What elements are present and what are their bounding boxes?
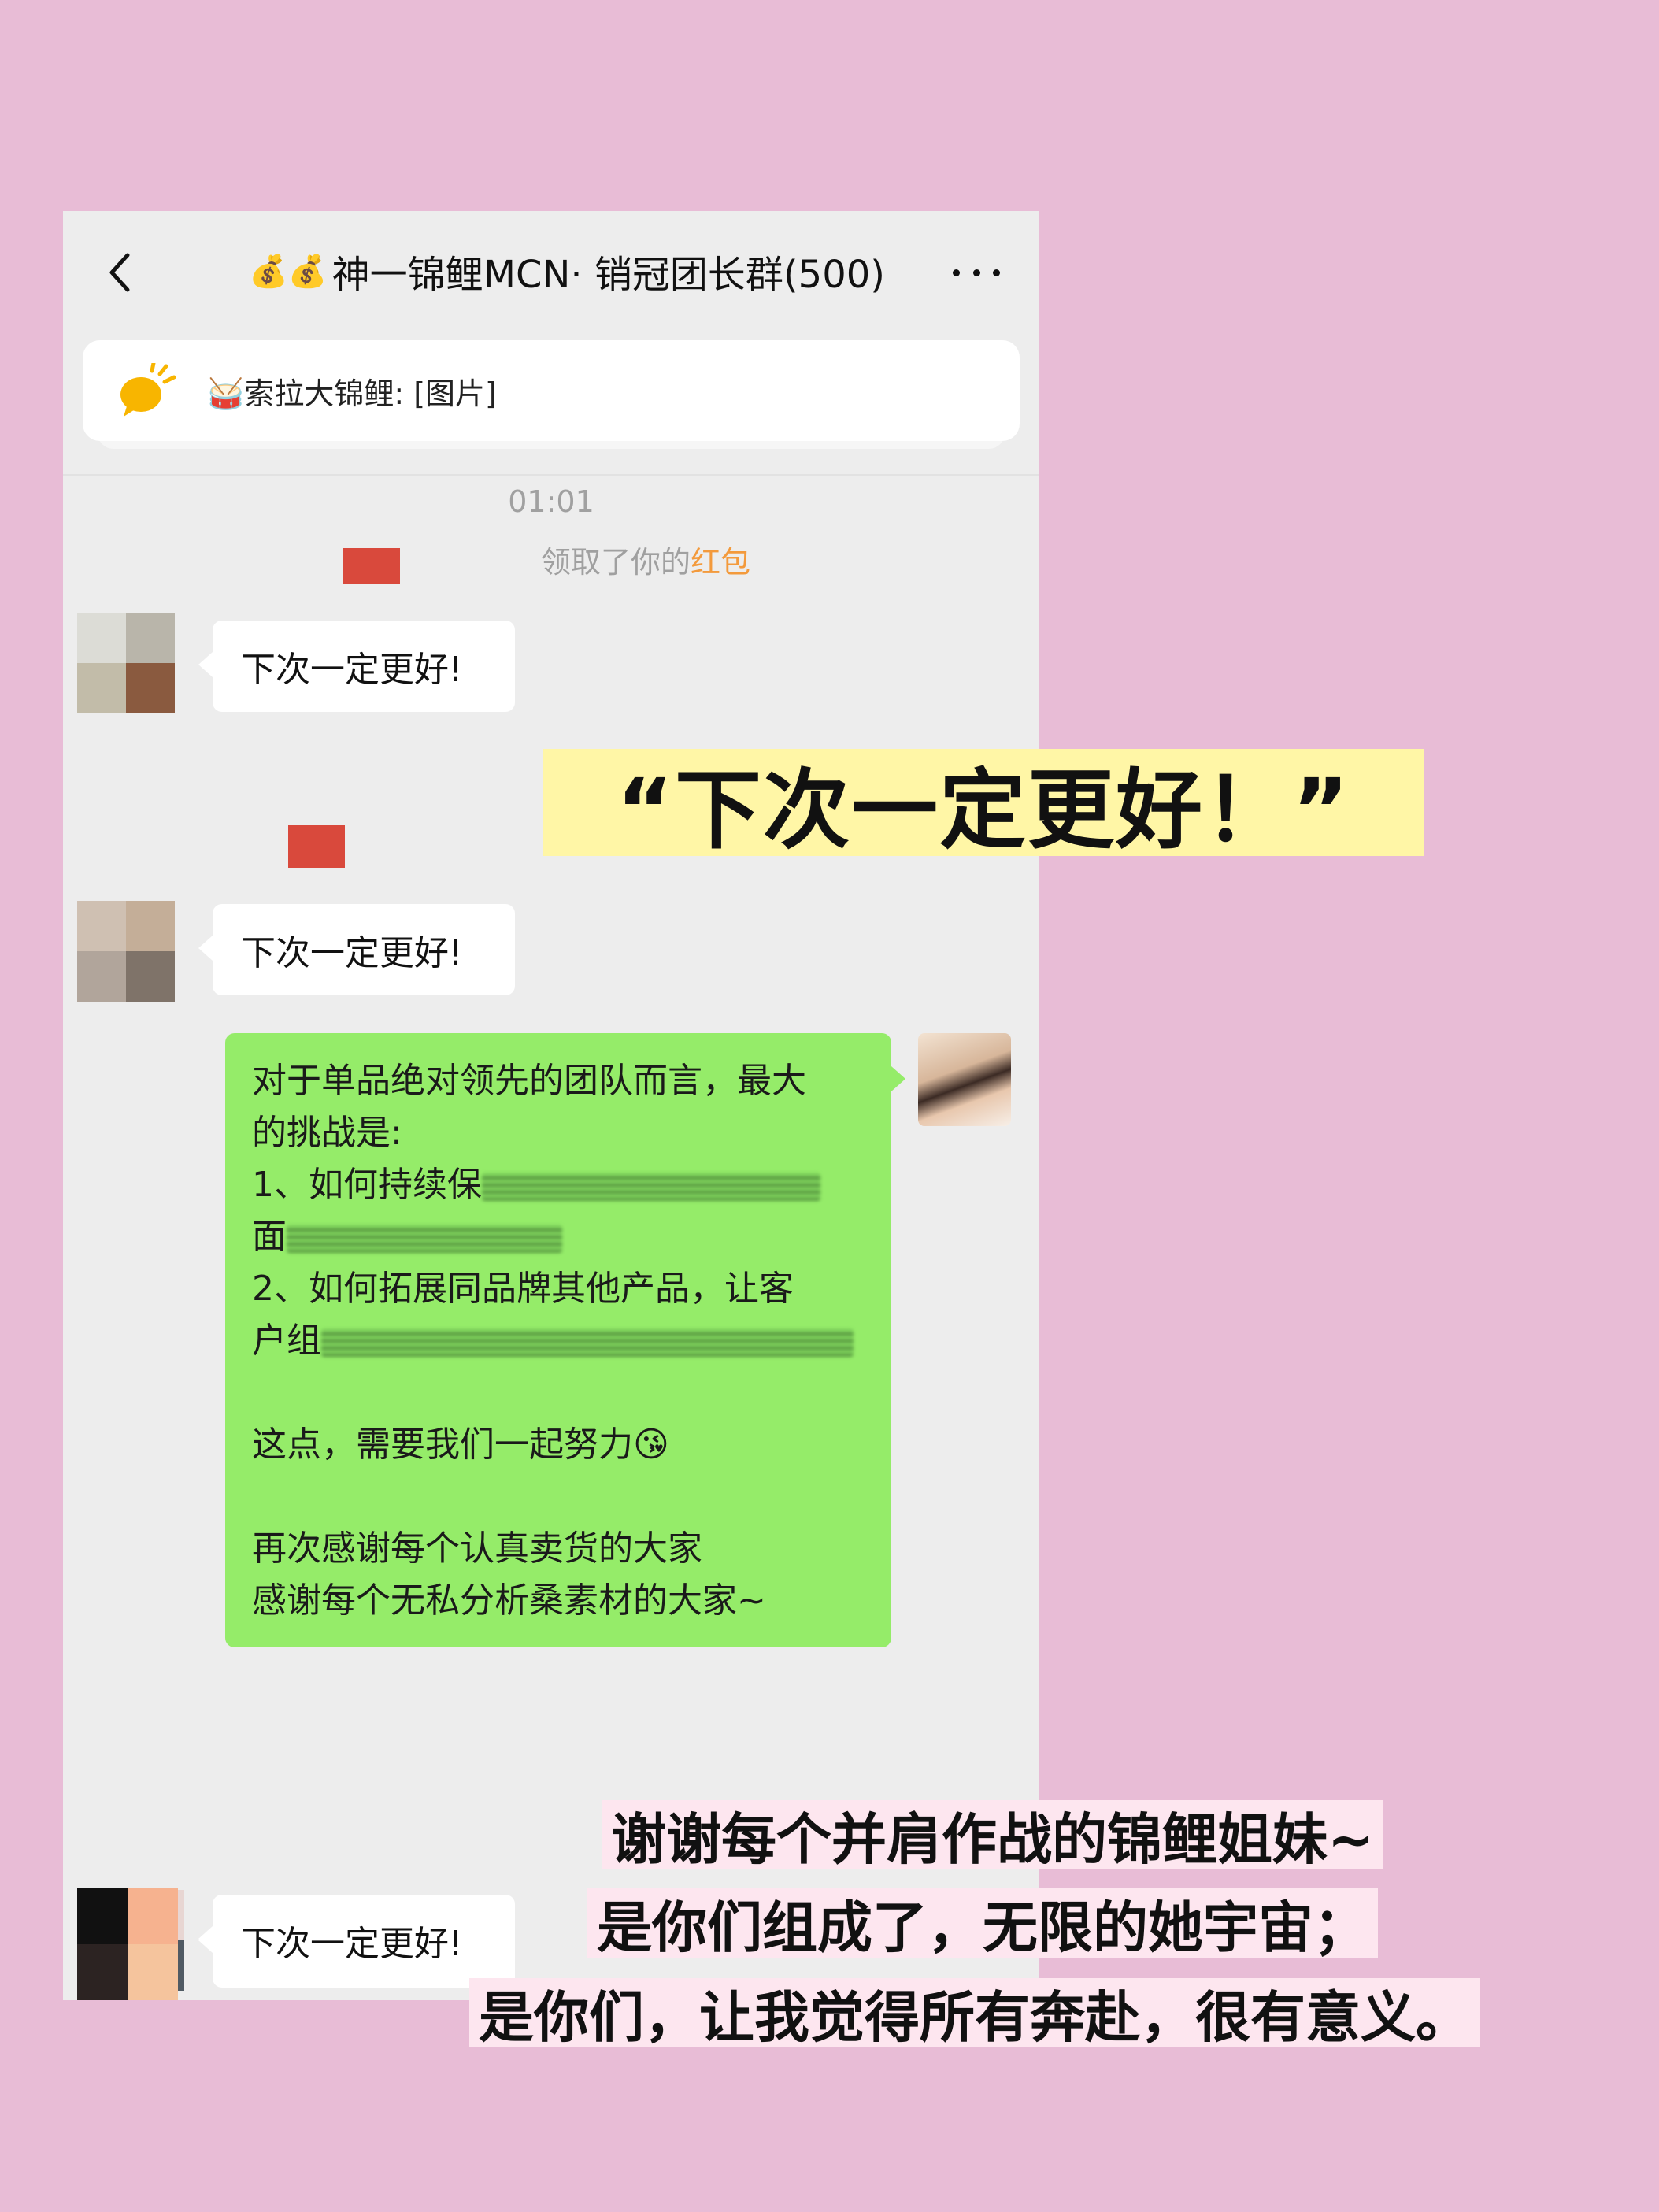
message-bubble[interactable]: 下次一定更好! xyxy=(198,904,515,995)
announcement-icon xyxy=(116,361,179,418)
blurred-text xyxy=(287,1225,562,1253)
avatar[interactable] xyxy=(77,901,175,1002)
more-dot-icon xyxy=(993,269,1000,276)
caption-line: 是你们组成了，无限的她宇宙； xyxy=(587,1888,1378,1960)
avatar[interactable] xyxy=(77,613,175,713)
message-bubble[interactable]: 下次一定更好! xyxy=(198,621,515,712)
more-dot-icon xyxy=(972,269,980,276)
avatar[interactable] xyxy=(77,1888,178,2000)
message-timestamp: 01:01 xyxy=(508,484,594,519)
red-packet-link[interactable]: 红包 xyxy=(691,545,750,580)
message-line: 2、如何拓展同品牌其他产品，让客 xyxy=(252,1269,794,1309)
redacted-name-box xyxy=(343,548,400,584)
message-line xyxy=(252,1471,865,1523)
message-line: 1、如何持续保 xyxy=(252,1159,865,1211)
system-text: 领取了你的 xyxy=(541,545,691,580)
red-packet-notice: 领取了你的红包 xyxy=(541,539,750,586)
chat-title: 💰💰 神一锦鲤MCN· 销冠团长群(500) xyxy=(220,243,913,299)
message-text: 户组 xyxy=(252,1321,321,1361)
more-button[interactable] xyxy=(953,257,1000,288)
message-text: 下次一定更好! xyxy=(241,1924,463,1964)
caption-line: 是你们，让我觉得所有奔赴，很有意义。 xyxy=(469,1978,1480,2050)
message-line: 再次感谢每个认真卖货的大家 xyxy=(252,1528,702,1569)
money-bag-icon: 💰💰 xyxy=(248,253,328,290)
message-text: 下次一定更好! xyxy=(241,933,463,973)
message-text: 下次一定更好! xyxy=(241,650,463,690)
message-text: 1、如何持续保 xyxy=(252,1165,482,1205)
more-dot-icon xyxy=(953,269,960,276)
message-line: 面 xyxy=(252,1211,865,1263)
message-line xyxy=(252,1367,865,1419)
chat-header: 💰💰 神一锦鲤MCN· 销冠团长群(500) xyxy=(63,211,1039,331)
message-line: 对于单品绝对领先的团队而言，最大 xyxy=(252,1061,806,1101)
message-text: 面 xyxy=(252,1217,287,1257)
group-name: 神一锦鲤MCN· 销冠团长群(500) xyxy=(331,253,886,297)
back-button[interactable] xyxy=(96,249,143,296)
blurred-text xyxy=(321,1328,854,1357)
message-line: 感谢每个无私分析桑素材的大家~ xyxy=(252,1580,766,1621)
message-line: 这点，需要我们一起努力😘 xyxy=(252,1425,669,1465)
blurred-text xyxy=(482,1173,820,1201)
chevron-left-icon xyxy=(109,253,130,292)
highlight-quote: “下次一定更好！” xyxy=(543,749,1424,861)
self-avatar[interactable] xyxy=(918,1033,1011,1126)
notice-text: 🥁索拉大锦鲤: [图片] xyxy=(207,376,497,411)
pinned-notice[interactable]: 🥁索拉大锦鲤: [图片] xyxy=(83,340,1020,441)
message-bubble[interactable]: 下次一定更好! xyxy=(198,1895,515,1986)
message-line: 的挑战是: xyxy=(252,1113,402,1153)
caption-line: 谢谢每个并肩作战的锦鲤姐妹~ xyxy=(602,1800,1383,1872)
redacted-name-box xyxy=(288,825,345,868)
chat-screen: 💰💰 神一锦鲤MCN· 销冠团长群(500) 🥁索拉大锦鲤: [图片] 01:0… xyxy=(63,211,1039,2000)
own-message-bubble[interactable]: 对于单品绝对领先的团队而言，最大 的挑战是: 1、如何持续保 面 2、如何拓展同… xyxy=(225,1033,905,1647)
message-line: 户组 xyxy=(252,1315,865,1367)
